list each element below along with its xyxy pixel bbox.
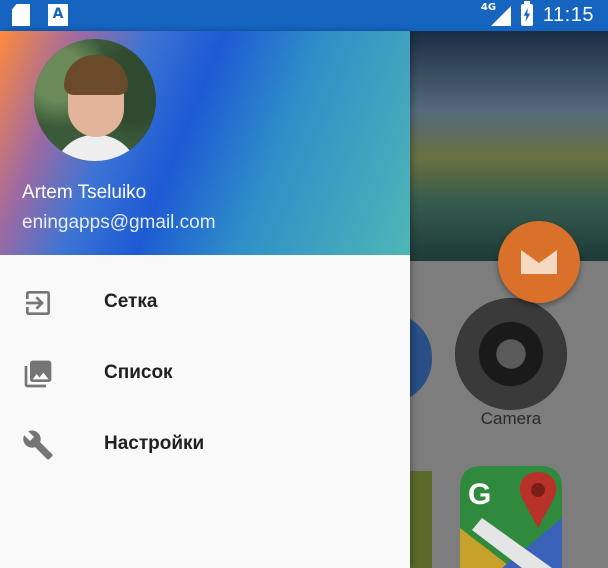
sd-card-icon	[12, 4, 30, 26]
menu-item-label: Сетка	[104, 291, 158, 312]
user-name: Artem Tseluiko	[22, 182, 147, 203]
photo-library-icon	[24, 360, 52, 388]
menu-item-grid[interactable]: Сетка	[0, 267, 410, 338]
signal-icon: 4G	[481, 2, 511, 28]
menu-item-settings[interactable]: Настройки	[0, 409, 410, 480]
status-bar: A 4G 11:15	[0, 0, 608, 31]
menu-item-list[interactable]: Список	[0, 338, 410, 409]
drawer-menu: Сетка Список Настройки	[0, 267, 410, 480]
email-fab-button[interactable]	[498, 221, 580, 303]
app-icon-partial-2[interactable]	[410, 471, 432, 568]
email-icon	[521, 250, 557, 274]
battery-charging-icon	[520, 1, 533, 26]
exit-to-app-icon	[26, 291, 50, 315]
camera-app-label: Camera	[480, 409, 542, 428]
avatar[interactable]	[34, 39, 156, 161]
menu-item-label: Список	[104, 362, 173, 383]
user-email: eningapps@gmail.com	[22, 212, 216, 233]
status-time: 11:15	[542, 3, 594, 26]
text-a-icon: A	[48, 4, 68, 26]
svg-text:G: G	[468, 478, 491, 511]
wrench-icon	[23, 430, 53, 460]
camera-app-icon[interactable]	[455, 298, 567, 410]
menu-item-label: Настройки	[104, 433, 205, 454]
maps-app-icon[interactable]: G	[452, 458, 570, 568]
drawer-header: Artem Tseluiko eningapps@gmail.com	[0, 31, 410, 255]
navigation-drawer: Artem Tseluiko eningapps@gmail.com Сетка…	[0, 31, 410, 568]
